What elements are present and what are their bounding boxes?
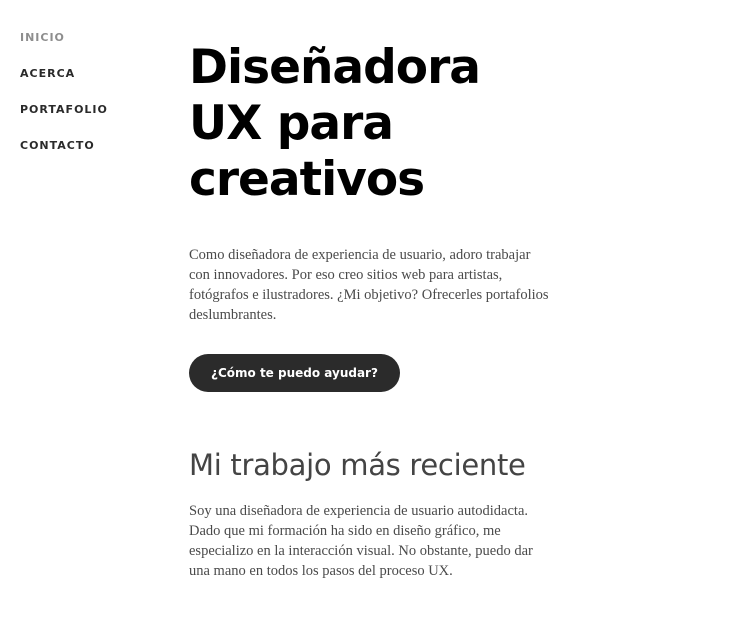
nav-item-contacto[interactable]: CONTACTO	[20, 139, 160, 175]
nav-item-portafolio[interactable]: PORTAFOLIO	[20, 103, 160, 139]
nav-item-acerca[interactable]: ACERCA	[20, 67, 160, 103]
main-nav: INICIO ACERCA PORTAFOLIO CONTACTO	[20, 31, 160, 175]
recent-work-title: Mi trabajo más reciente	[189, 448, 526, 482]
nav-item-inicio[interactable]: INICIO	[20, 31, 160, 67]
help-cta-button[interactable]: ¿Cómo te puedo ayudar?	[189, 354, 400, 392]
hero-title-line: creativos	[189, 152, 425, 207]
hero-title: Diseñadora UX para creativos	[189, 40, 529, 208]
recent-work-description: Soy una diseñadora de experiencia de usu…	[189, 503, 533, 579]
hero-description: Como diseñadora de experiencia de usuari…	[189, 247, 549, 323]
hero-title-line: UX para	[189, 96, 394, 151]
hero-title-line: Diseñadora	[189, 40, 481, 95]
main-content: Diseñadora UX para creativos Como diseña…	[189, 40, 589, 581]
